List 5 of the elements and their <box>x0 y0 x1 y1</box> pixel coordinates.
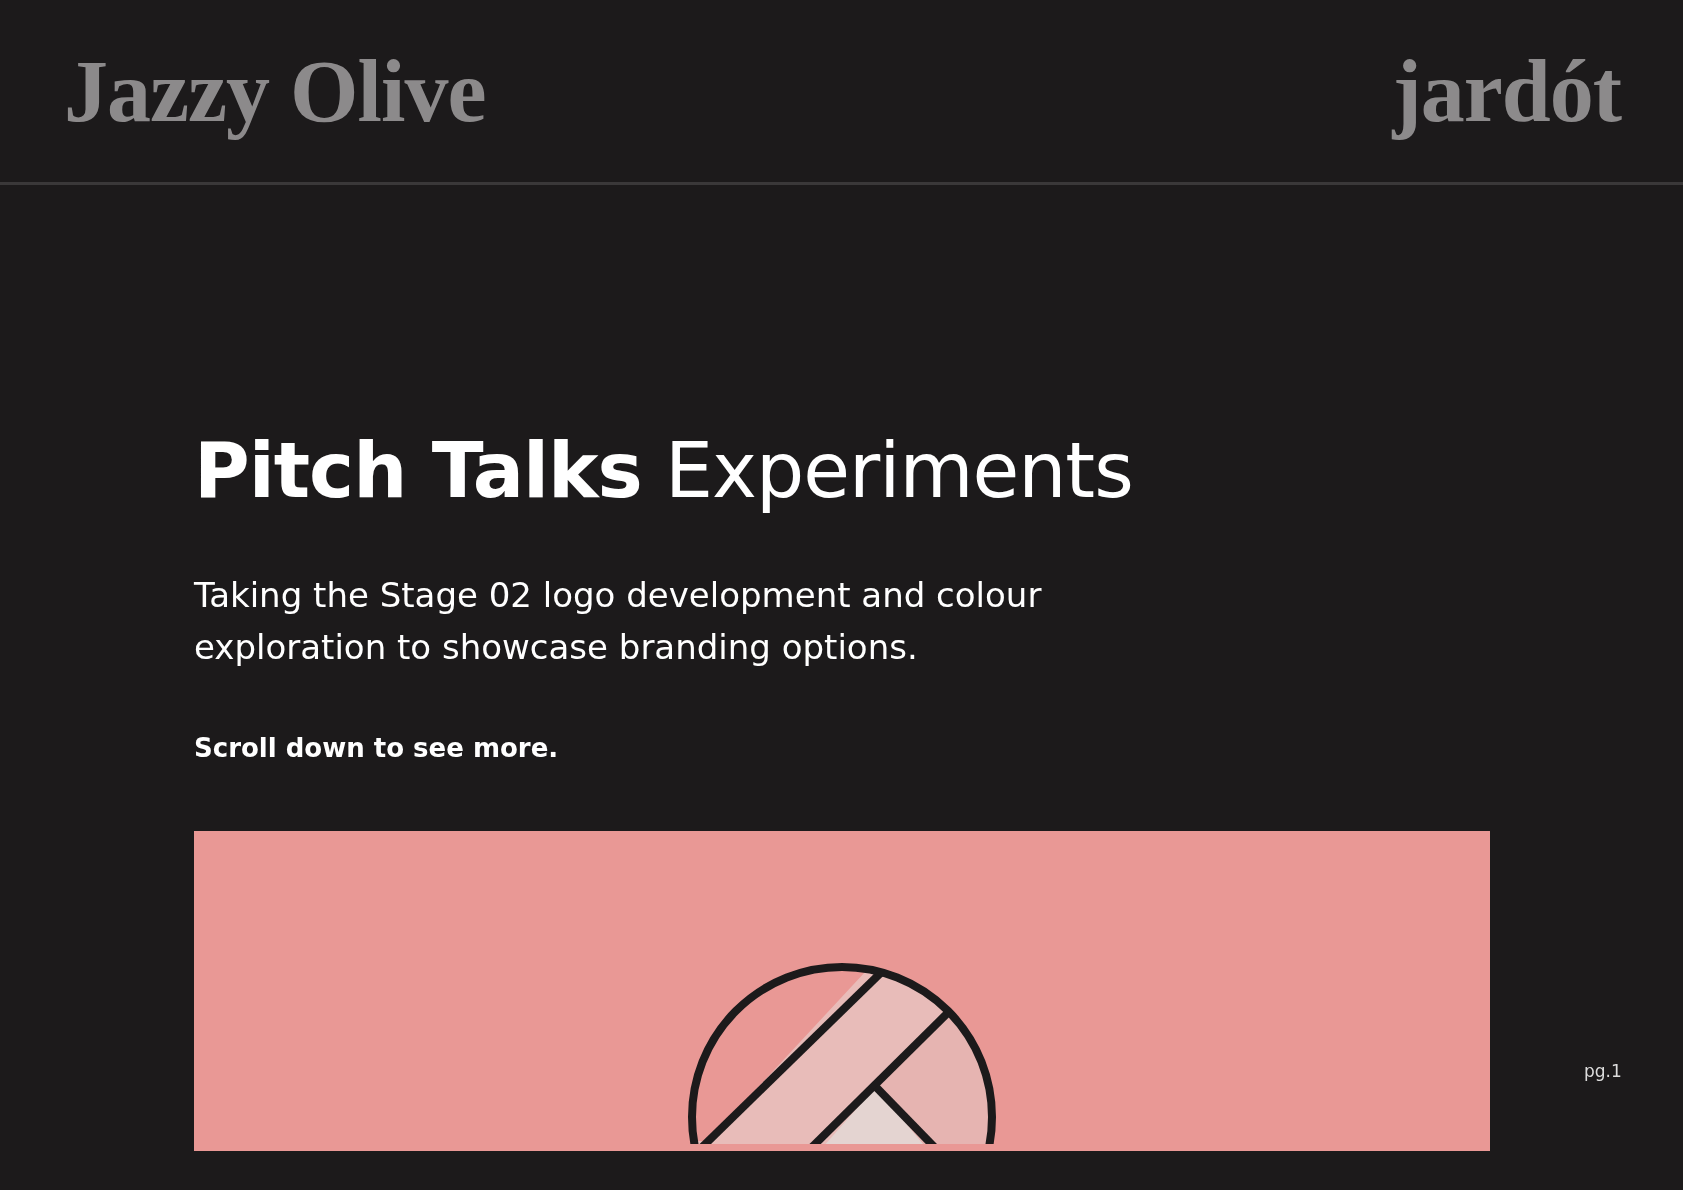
brand-logo: Jazzy Olive <box>64 41 486 142</box>
page-number: pg.1 <box>1584 1061 1622 1081</box>
scroll-hint: Scroll down to see more. <box>194 733 560 763</box>
brand-logo: jardót <box>1392 41 1621 142</box>
description: Taking the Stage 02 logo development and colour exploration to showcase branding options. <box>194 574 1043 669</box>
